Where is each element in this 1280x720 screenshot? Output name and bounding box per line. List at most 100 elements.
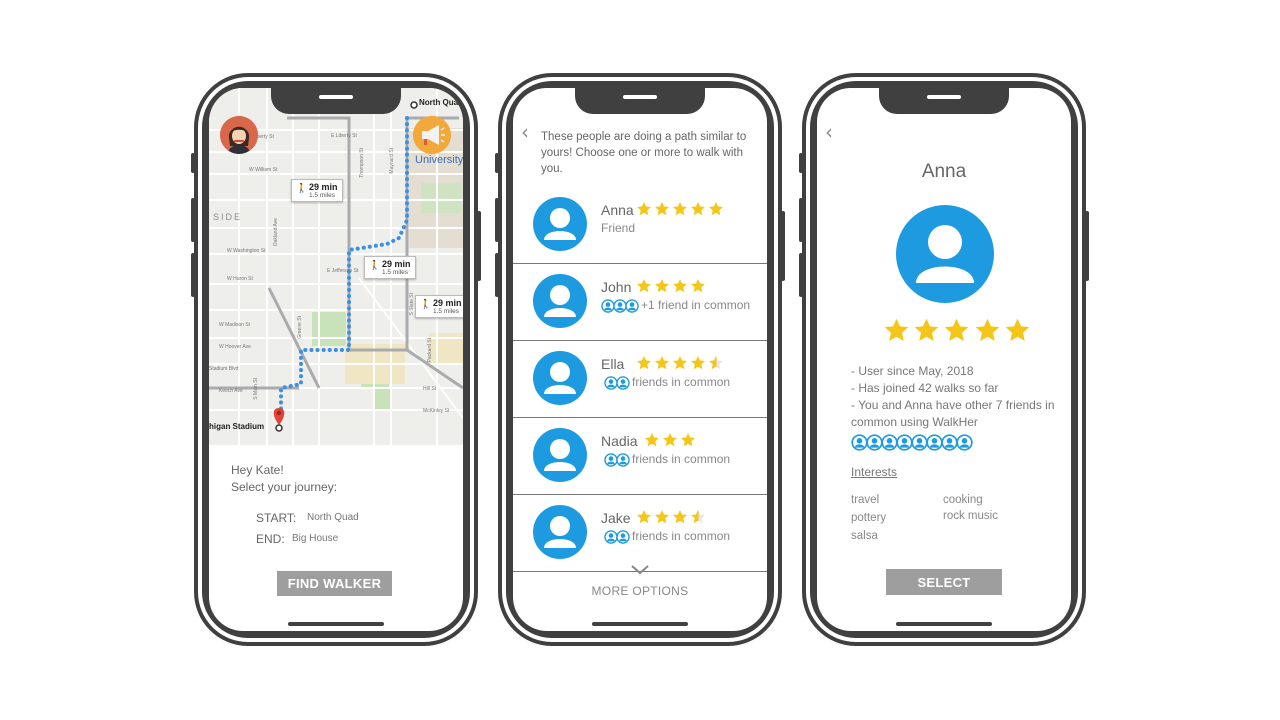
walker-row-ella[interactable]: Ella friends in common xyxy=(513,341,767,418)
end-value[interactable]: Big House xyxy=(292,533,338,544)
street-label: McKinley St xyxy=(423,408,450,414)
star-icon xyxy=(673,279,687,293)
street-label: S Main St xyxy=(253,378,259,400)
star-icon xyxy=(673,202,687,216)
star-icon xyxy=(690,279,705,293)
journey-panel: Hey Kate! Select your journey: START: No… xyxy=(209,445,463,631)
street-label: E Liberty St xyxy=(331,133,357,139)
start-value[interactable]: North Quad xyxy=(307,512,359,523)
walker-subtitle: +1 friend in common xyxy=(601,298,750,313)
profile-facts: - User since May, 2018 - Has joined 42 w… xyxy=(851,363,1061,431)
walking-icon: 🚶 xyxy=(296,183,308,193)
start-label: START: xyxy=(256,511,297,525)
walker-subtitle: friends in common xyxy=(604,375,730,390)
walker-row-nadia[interactable]: Nadia friends in common xyxy=(513,418,767,495)
walker-row-john[interactable]: John +1 friend in common xyxy=(513,264,767,341)
interest-item: travel xyxy=(851,494,880,506)
star-icon xyxy=(680,433,695,447)
profile-avatar-icon xyxy=(896,205,994,303)
fact-line: - You and Anna have other 7 friends in c… xyxy=(851,398,1055,429)
star-icon xyxy=(673,356,687,370)
star-icon xyxy=(945,318,969,341)
chevron-down-icon[interactable] xyxy=(630,564,650,576)
area-label: SIDE xyxy=(213,212,243,222)
select-button[interactable]: SELECT xyxy=(886,569,1002,595)
walking-icon: 🚶 xyxy=(420,299,432,309)
route-option-card[interactable]: 🚶 29 min 1.5 miles xyxy=(364,256,416,279)
star-icon xyxy=(708,356,723,370)
profile-name: Anna xyxy=(921,161,967,182)
walker-rating xyxy=(636,355,726,376)
more-options-button[interactable]: MORE OPTIONS xyxy=(513,584,767,598)
walker-subtitle: friends in common xyxy=(604,452,730,467)
place-label-stadium: higan Stadium xyxy=(209,422,265,431)
street-label: W Hoover Ave xyxy=(219,344,251,350)
megaphone-icon[interactable] xyxy=(413,116,451,154)
intro-text: These people are doing a path similar to… xyxy=(541,131,747,175)
street-label: W William St xyxy=(249,167,278,173)
walker-avatar-icon xyxy=(533,505,587,559)
star-icon xyxy=(637,356,652,370)
interest-item: salsa xyxy=(851,530,878,542)
friend-avatar-icon xyxy=(616,376,630,390)
street-label: Packard St xyxy=(427,338,433,363)
star-icon xyxy=(708,202,723,216)
star-icon xyxy=(1005,318,1030,341)
star-icon xyxy=(975,318,1000,341)
place-label-north-quad: North Quad Residence xyxy=(419,98,463,107)
street-label: E Jefferson St xyxy=(327,268,359,274)
route-option-card[interactable]: 🚶 29 min 1.5 miles xyxy=(415,295,463,318)
profile-rating xyxy=(883,317,1034,349)
walker-name: Jake xyxy=(601,510,631,526)
end-label: END: xyxy=(256,532,285,546)
star-icon xyxy=(637,279,652,293)
walker-row-jake[interactable]: Jake friends in common xyxy=(513,495,767,572)
interests-heading: Interests xyxy=(851,465,898,479)
walker-rating xyxy=(644,432,698,453)
route-option-card[interactable]: 🚶 29 min 1.5 miles xyxy=(291,179,343,202)
walker-name: Anna xyxy=(601,202,634,218)
walker-rating xyxy=(636,278,708,299)
street-label: Maynard St xyxy=(389,148,395,174)
walker-avatar-icon xyxy=(533,274,587,328)
walking-icon: 🚶 xyxy=(369,260,381,270)
journey-prompt: Select your journey: xyxy=(231,480,338,494)
walker-avatar-icon xyxy=(533,351,587,405)
back-chevron-icon[interactable]: ‹ xyxy=(825,120,833,144)
star-icon xyxy=(655,510,670,524)
star-icon xyxy=(690,356,705,370)
street-label: W Madison St xyxy=(219,322,251,328)
friend-avatar-icon xyxy=(956,434,973,451)
star-icon xyxy=(690,202,705,216)
walker-name: Nadia xyxy=(601,433,638,449)
find-walker-button[interactable]: FIND WALKER xyxy=(277,571,392,596)
friend-avatar-icon xyxy=(625,299,639,313)
street-label: W Huron St xyxy=(227,276,253,282)
user-avatar-kate[interactable] xyxy=(220,116,258,154)
fact-line: - User since May, 2018 xyxy=(851,364,974,378)
walker-name: Ella xyxy=(601,356,625,372)
walker-avatar-icon xyxy=(533,428,587,482)
phone-walker-list-screen: ‹ These people are doing a path similar … xyxy=(495,73,785,646)
interest-item: rock music xyxy=(943,510,998,522)
common-friends-icons[interactable] xyxy=(851,434,973,456)
walker-row-anna[interactable]: Anna Friend xyxy=(513,187,767,264)
star-icon xyxy=(655,279,670,293)
route-map[interactable]: E Liberty St E Liberty St W William St T… xyxy=(209,88,463,445)
interest-item: pottery xyxy=(851,512,887,524)
street-label: Greene St xyxy=(297,316,303,339)
star-icon xyxy=(655,356,670,370)
place-label-university: University of Michigan xyxy=(415,154,463,166)
friend-avatar-icon xyxy=(616,530,630,544)
back-chevron-icon[interactable]: ‹ xyxy=(521,120,529,144)
greeting-text: Hey Kate! xyxy=(231,463,284,477)
star-icon xyxy=(884,318,909,341)
star-icon xyxy=(637,202,652,216)
friend-avatar-icon xyxy=(616,453,630,467)
street-label: Thompson St xyxy=(359,148,365,178)
street-label: Hill St xyxy=(423,386,437,392)
fact-line: - Has joined 42 walks so far xyxy=(851,381,999,395)
street-label: W Washington St xyxy=(227,248,266,254)
street-label: Stadium Blvd xyxy=(209,366,239,372)
street-label: Oakland Ave xyxy=(273,218,279,247)
